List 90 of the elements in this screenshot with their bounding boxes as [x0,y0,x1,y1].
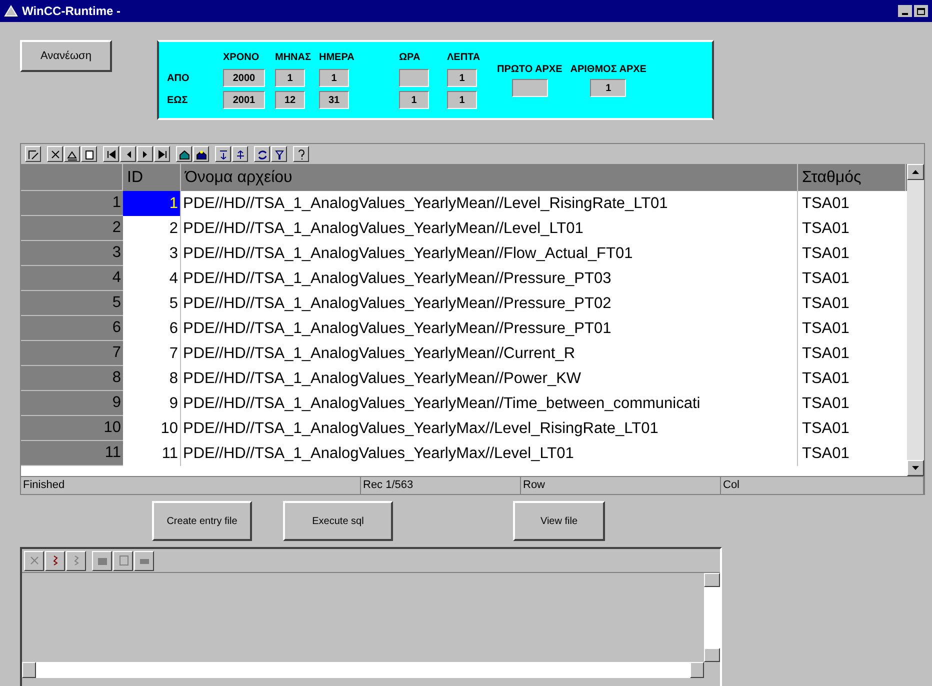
value-field[interactable]: 1 [447,91,477,109]
value-field[interactable]: 1 [399,91,429,109]
row-label: ΑΠΟ [167,72,190,86]
field-label: ΑΡΙΘΜΟΣ ΑΡΧΕ [570,63,646,77]
column-label: ΛΕΠΤΑ [447,51,482,65]
table-cell: PDE//HD//TSA_1_AnalogValues_YearlyMean//Time_between_communicati [181,391,798,416]
table-cell: PDE//HD//TSA_1_AnalogValues_YearlyMean//Power_KW [181,366,798,391]
table-cell-text: TSA01 [801,368,850,389]
close-icon[interactable] [47,146,63,162]
row-header[interactable]: 3 [21,241,123,266]
row-header[interactable]: 9 [21,391,123,416]
value-field[interactable]: 1 [319,69,349,87]
row-header[interactable]: 11 [21,441,123,466]
scroll-down-icon[interactable] [912,466,919,470]
zigzag-icon[interactable] [66,550,86,570]
page-icon[interactable] [81,146,97,162]
action-button[interactable]: View file [513,501,605,541]
table-cell-text: TSA01 [801,394,850,414]
edit-icon[interactable] [25,146,41,162]
house-icon[interactable] [193,146,209,162]
table-cell: PDE//HD//TSA_1_AnalogValues_YearlyMean//Pressure_PT02 [181,291,798,316]
table-cell: PDE//HD//TSA_1_AnalogValues_YearlyMean//Flow_Actual_FT01 [181,241,798,266]
table-cell: PDE//HD//TSA_1_AnalogValues_YearlyMean//Level_LT01 [181,216,798,241]
value-field[interactable]: 31 [319,91,349,109]
table-cell-text: TSA01 [801,268,850,289]
help-icon[interactable] [293,146,309,162]
table-cell-text: TSA01 [801,218,850,239]
maximize-button[interactable] [914,5,928,17]
last-icon[interactable] [154,146,170,162]
row-header[interactable]: 10 [21,416,123,441]
row-header[interactable]: 8 [21,366,123,391]
status-text: Col [721,477,924,494]
table-cell: PDE//HD//TSA_1_AnalogValues_YearlyMax//Level_LT01 [181,441,798,466]
value-field[interactable] [512,79,548,97]
scroll-up-icon[interactable] [912,170,919,174]
row-header[interactable]: 2 [21,216,123,241]
table-cell-text: TSA01 [801,418,850,439]
row-label: ΕΩΣ [167,94,189,108]
row-header[interactable]: 7 [21,341,123,366]
column-header: Όνομα αρχείου [181,164,798,191]
action-button[interactable]: Execute sql [283,501,393,541]
action-button[interactable]: Create entry file [152,501,252,541]
zigzag-icon[interactable] [45,550,65,570]
sort-up-icon[interactable] [232,146,248,162]
horizontal-scrollbar[interactable] [22,662,704,678]
value-field[interactable]: 2001 [223,91,265,109]
status-text: Rec 1/563 [361,477,521,494]
refresh-icon[interactable] [254,146,270,162]
value-field[interactable]: 1 [447,69,477,87]
refresh-button[interactable]: Ανανέωση [20,40,112,72]
table-cell-text: TSA01 [801,318,850,339]
column-label: ΗΜΕΡΑ [319,51,356,65]
value-field[interactable]: 2000 [223,69,265,87]
table-cell: PDE//HD//TSA_1_AnalogValues_YearlyMean//Level_RisingRate_LT01 [181,191,798,216]
vertical-scrollbar[interactable] [907,164,924,476]
window-title: WinCC-Runtime - [22,3,121,20]
column-header: Σταθμός [798,164,906,191]
sort-down-icon[interactable] [215,146,231,162]
value-field[interactable]: 1 [275,69,305,87]
table-cell: PDE//HD//TSA_1_AnalogValues_YearlyMean//Current_R [181,341,798,366]
filter-icon[interactable] [271,146,287,162]
column-label: ΧΡΟΝΟ [223,51,260,65]
row-header[interactable]: 5 [21,291,123,316]
app-icon [4,4,18,18]
minimize-button[interactable] [898,5,912,17]
previous-icon[interactable] [120,146,136,162]
row-header[interactable]: 6 [21,316,123,341]
table-cell-text: TSA01 [801,344,850,364]
column-label: ΩΡΑ [399,51,422,65]
value-field[interactable]: 12 [275,91,305,109]
row-header[interactable]: 1 [21,191,123,216]
column-label: ΜΗΝΑΣ [275,51,312,65]
table-cell-text: TSA01 [801,294,850,314]
value-field[interactable] [399,69,429,87]
table-cell: PDE//HD//TSA_1_AnalogValues_YearlyMean//Pressure_PT03 [181,266,798,291]
table-cell-text: TSA01 [801,194,850,214]
row-header[interactable]: 4 [21,266,123,291]
first-icon[interactable] [103,146,119,162]
field-label: ΠΡΩΤΟ ΑΡΧΕ [497,63,562,77]
table-cell-text: TSA01 [801,444,850,464]
next-icon[interactable] [137,146,153,162]
table-cell-text: TSA01 [801,244,850,264]
status-text: Finished [21,477,361,494]
house-icon[interactable] [176,146,192,162]
table-cell[interactable]: 1 [123,191,181,216]
table-cell: PDE//HD//TSA_1_AnalogValues_YearlyMax//Level_RisingRate_LT01 [181,416,798,441]
table-cell: PDE//HD//TSA_1_AnalogValues_YearlyMean//Pressure_PT01 [181,316,798,341]
status-text: Row [521,477,721,494]
value-field[interactable]: 1 [590,79,626,97]
vertical-scrollbar[interactable] [704,573,720,662]
